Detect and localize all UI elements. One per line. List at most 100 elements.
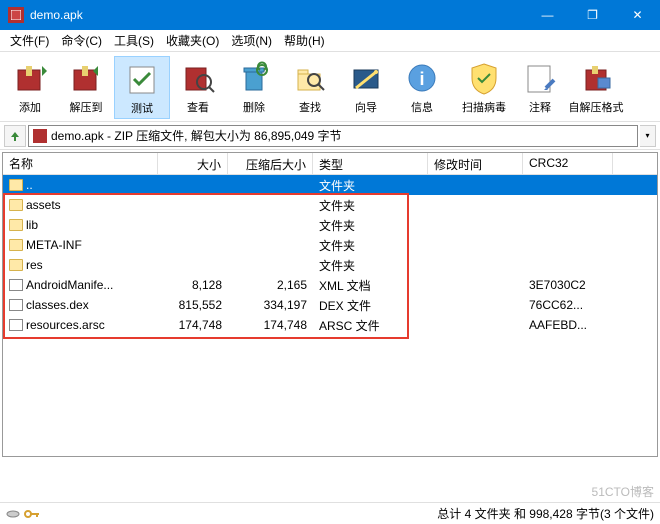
svg-text:i: i bbox=[419, 69, 424, 89]
add-icon bbox=[10, 58, 50, 98]
folder-icon bbox=[9, 219, 23, 231]
file-icon bbox=[9, 319, 23, 331]
toolbar-comment[interactable]: 注释 bbox=[512, 56, 568, 119]
table-row[interactable]: assets 文件夹 bbox=[3, 195, 657, 215]
cell-type: 文件夹 bbox=[313, 177, 428, 194]
toolbar-test[interactable]: 测试 bbox=[114, 56, 170, 119]
app-icon bbox=[8, 7, 24, 23]
toolbar-wizard[interactable]: 向导 bbox=[338, 56, 394, 119]
cell-packed: 174,748 bbox=[228, 318, 313, 332]
cell-crc: 76CC62... bbox=[523, 298, 613, 312]
comment-icon bbox=[520, 58, 560, 98]
toolbar-find[interactable]: 查找 bbox=[282, 56, 338, 119]
col-modified[interactable]: 修改时间 bbox=[428, 153, 523, 174]
key-icon bbox=[24, 509, 40, 519]
table-row[interactable]: resources.arsc174,748174,748ARSC 文件AAFEB… bbox=[3, 315, 657, 335]
cell-type: ARSC 文件 bbox=[313, 317, 428, 334]
restore-button[interactable]: ❐ bbox=[570, 0, 615, 30]
cell-packed: 2,165 bbox=[228, 278, 313, 292]
path-dropdown[interactable]: ▾ bbox=[640, 125, 656, 147]
cell-name: lib bbox=[26, 218, 38, 232]
minimize-button[interactable]: — bbox=[525, 0, 570, 30]
view-icon bbox=[178, 58, 218, 98]
folder-icon bbox=[9, 179, 23, 191]
toolbar: 添加 解压到 测试 查看 删除 查找 向导 i 信息 扫描病毒 注释 自解压格式 bbox=[0, 52, 660, 122]
path-text: demo.apk - ZIP 压缩文件, 解包大小为 86,895,049 字节 bbox=[51, 127, 342, 144]
titlebar: demo.apk — ❐ ✕ bbox=[0, 0, 660, 30]
cell-packed: 334,197 bbox=[228, 298, 313, 312]
folder-icon bbox=[9, 239, 23, 251]
status-text: 总计 4 文件夹 和 998,428 字节(3 个文件) bbox=[437, 505, 654, 522]
up-icon bbox=[8, 129, 22, 143]
cell-size: 8,128 bbox=[158, 278, 228, 292]
statusbar: 总计 4 文件夹 和 998,428 字节(3 个文件) bbox=[0, 502, 660, 524]
table-row[interactable]: res 文件夹 bbox=[3, 255, 657, 275]
file-list-body[interactable]: ..文件夹assets文件夹lib文件夹META-INF文件夹res文件夹And… bbox=[3, 175, 657, 456]
menu-help[interactable]: 帮助(H) bbox=[278, 30, 331, 51]
cell-name: assets bbox=[26, 198, 61, 212]
cell-name: classes.dex bbox=[26, 298, 89, 312]
table-row[interactable]: lib 文件夹 bbox=[3, 215, 657, 235]
archive-icon bbox=[33, 129, 47, 143]
cell-type: DEX 文件 bbox=[313, 297, 428, 314]
file-icon bbox=[9, 279, 23, 291]
cell-size: 815,552 bbox=[158, 298, 228, 312]
menu-commands[interactable]: 命令(C) bbox=[55, 30, 108, 51]
table-row[interactable]: .. 文件夹 bbox=[3, 175, 657, 195]
menu-favorites[interactable]: 收藏夹(O) bbox=[160, 30, 225, 51]
cell-crc: 3E7030C2 bbox=[523, 278, 613, 292]
up-button[interactable] bbox=[4, 125, 26, 147]
test-icon bbox=[122, 59, 162, 99]
toolbar-virus[interactable]: 扫描病毒 bbox=[456, 56, 512, 119]
cell-crc: AAFEBD... bbox=[523, 318, 613, 332]
extract-icon bbox=[66, 58, 106, 98]
toolbar-extract[interactable]: 解压到 bbox=[58, 56, 114, 119]
disk-icon bbox=[6, 507, 20, 521]
toolbar-view[interactable]: 查看 bbox=[170, 56, 226, 119]
table-row[interactable]: classes.dex 815,552334,197DEX 文件 76CC62... bbox=[3, 295, 657, 315]
column-headers: 名称 大小 压缩后大小 类型 修改时间 CRC32 bbox=[3, 153, 657, 175]
menu-options[interactable]: 选项(N) bbox=[225, 30, 278, 51]
wizard-icon bbox=[346, 58, 386, 98]
cell-type: 文件夹 bbox=[313, 197, 428, 214]
col-packed[interactable]: 压缩后大小 bbox=[228, 153, 313, 174]
folder-icon bbox=[9, 199, 23, 211]
col-name[interactable]: 名称 bbox=[3, 153, 158, 174]
watermark: 51CTO博客 bbox=[592, 483, 654, 500]
sfx-icon bbox=[576, 58, 616, 98]
cell-name: META-INF bbox=[26, 238, 82, 252]
virus-icon bbox=[464, 58, 504, 98]
status-icons bbox=[6, 507, 40, 521]
find-icon bbox=[290, 58, 330, 98]
table-row[interactable]: AndroidManife... 8,1282,165XML 文档 3E7030C2 bbox=[3, 275, 657, 295]
cell-name: resources.arsc bbox=[26, 318, 105, 332]
cell-name: res bbox=[26, 258, 43, 272]
pathbar: demo.apk - ZIP 压缩文件, 解包大小为 86,895,049 字节… bbox=[0, 122, 660, 150]
file-list: 名称 大小 压缩后大小 类型 修改时间 CRC32 .. 文件夹 assets 文件夹… bbox=[2, 152, 658, 457]
menubar: 文件(F) 命令(C) 工具(S) 收藏夹(O) 选项(N) 帮助(H) bbox=[0, 30, 660, 52]
cell-type: 文件夹 bbox=[313, 257, 428, 274]
path-field[interactable]: demo.apk - ZIP 压缩文件, 解包大小为 86,895,049 字节 bbox=[28, 125, 638, 147]
file-icon bbox=[9, 299, 23, 311]
col-size[interactable]: 大小 bbox=[158, 153, 228, 174]
cell-type: XML 文档 bbox=[313, 277, 428, 294]
toolbar-sfx[interactable]: 自解压格式 bbox=[568, 56, 624, 119]
info-icon: i bbox=[402, 58, 442, 98]
table-row[interactable]: META-INF 文件夹 bbox=[3, 235, 657, 255]
col-type[interactable]: 类型 bbox=[313, 153, 428, 174]
menu-tools[interactable]: 工具(S) bbox=[108, 30, 160, 51]
folder-icon bbox=[9, 259, 23, 271]
col-crc[interactable]: CRC32 bbox=[523, 153, 613, 174]
close-button[interactable]: ✕ bbox=[615, 0, 660, 30]
cell-type: 文件夹 bbox=[313, 237, 428, 254]
menu-file[interactable]: 文件(F) bbox=[4, 30, 55, 51]
toolbar-info[interactable]: i 信息 bbox=[394, 56, 450, 119]
delete-icon bbox=[234, 58, 274, 98]
cell-type: 文件夹 bbox=[313, 217, 428, 234]
cell-name: .. bbox=[26, 178, 33, 192]
toolbar-add[interactable]: 添加 bbox=[2, 56, 58, 119]
window-title: demo.apk bbox=[30, 8, 83, 22]
cell-name: AndroidManife... bbox=[26, 278, 113, 292]
toolbar-delete[interactable]: 删除 bbox=[226, 56, 282, 119]
cell-size: 174,748 bbox=[158, 318, 228, 332]
